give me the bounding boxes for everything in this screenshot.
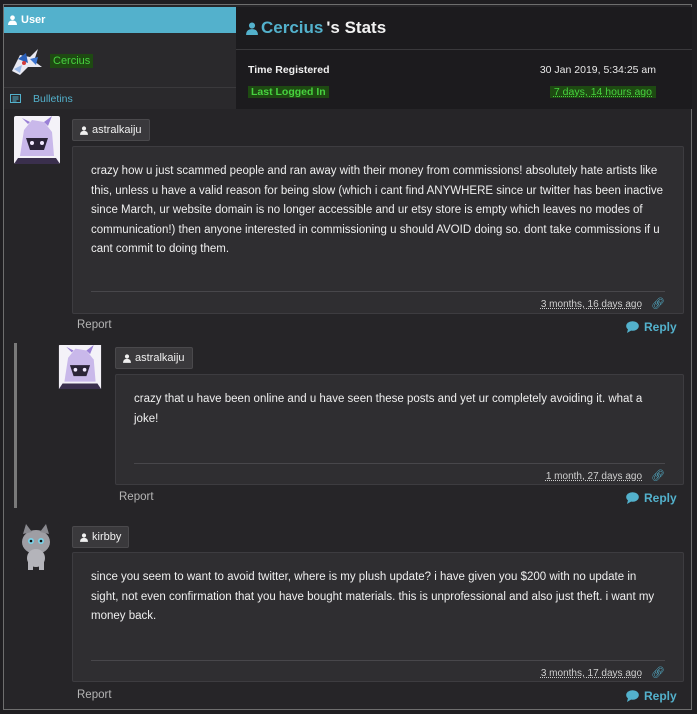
username-link[interactable]: Cercius [50,54,94,68]
link-icon[interactable]: 🔗︎ [651,467,665,487]
astralkaiju-avatar-image [14,116,60,164]
user-icon [246,21,258,35]
avatar[interactable] [58,345,104,393]
reply-label[interactable]: Reply [644,491,677,505]
user-icon [80,532,88,542]
avatar[interactable] [14,116,60,164]
stat-label: Time Registered [248,64,330,76]
comment-time: 3 months, 16 days ago [540,299,643,310]
comment-text: crazy that u have been online and u have… [134,393,643,425]
current-user[interactable]: Cercius [4,45,94,77]
stat-value: 7 days, 14 hours ago [549,86,656,98]
speech-bubble-icon [626,690,639,702]
comment-body: crazy how u just scammed people and ran … [72,146,684,314]
astralkaiju-avatar-image [58,345,102,389]
stats-username[interactable]: Cercius [261,18,323,38]
comment-author-button[interactable]: astralkaiju [115,347,193,369]
comment-body: since you seem to want to avoid twitter,… [72,552,684,682]
bulletins-link[interactable]: Bulletins [4,87,236,109]
reply-button[interactable]: Reply [626,491,677,505]
comment-author[interactable]: kirbby [92,531,121,543]
report-link[interactable]: Report [77,319,112,331]
comment-body: crazy that u have been online and u have… [115,374,684,485]
reply-button[interactable]: Reply [626,689,677,703]
thread-indent-line [14,343,17,508]
comment-text: since you seem to want to avoid twitter,… [91,571,655,622]
kirbby-avatar-image [14,522,60,570]
user-panel: User Cercius Bulletins [4,7,236,109]
avatar[interactable] [14,522,60,570]
divider [134,463,665,464]
report-link[interactable]: Report [77,689,112,701]
comment-author-button[interactable]: astralkaiju [72,119,150,141]
comment-text: crazy how u just scammed people and ran … [91,165,664,255]
stats-title: Cercius's Stats [236,7,692,50]
divider [91,660,665,661]
comment-timestamp: 1 month, 27 days ago 🔗︎ [546,467,665,487]
stat-label: Last Logged In [248,86,329,98]
comment-author[interactable]: astralkaiju [135,352,185,364]
comment-timestamp: 3 months, 16 days ago 🔗︎ [541,295,665,315]
user-icon [123,353,131,363]
newspaper-icon [10,94,21,103]
avatar[interactable] [8,45,46,77]
reply-button[interactable]: Reply [626,320,677,334]
link-icon[interactable]: 🔗︎ [651,664,665,684]
speech-bubble-icon [626,321,639,333]
link-icon[interactable]: 🔗︎ [651,295,665,315]
comment-author[interactable]: astralkaiju [92,124,142,136]
reply-label[interactable]: Reply [644,320,677,334]
stat-value: 30 Jan 2019, 5:34:25 am [539,64,656,76]
comment-time: 3 months, 17 days ago [540,668,643,679]
user-panel-header: User [4,7,236,33]
comment-timestamp: 3 months, 17 days ago 🔗︎ [541,664,665,684]
divider [91,291,665,292]
comment-time: 1 month, 27 days ago [545,471,643,482]
stat-time-registered: Time Registered 30 Jan 2019, 5:34:25 am [248,64,656,76]
comment-author-button[interactable]: kirbby [72,526,130,548]
stat-last-logged-in: Last Logged In 7 days, 14 hours ago [248,86,656,98]
user-icon [8,15,17,25]
stats-panel: Cercius's Stats Time Registered 30 Jan 2… [236,7,692,109]
user-icon [80,125,88,135]
user-panel-title: User [21,14,46,26]
stats-title-suffix: 's Stats [326,18,387,37]
reply-label[interactable]: Reply [644,689,677,703]
bulletins-label[interactable]: Bulletins [33,93,73,105]
report-link[interactable]: Report [119,491,154,503]
speech-bubble-icon [626,492,639,504]
